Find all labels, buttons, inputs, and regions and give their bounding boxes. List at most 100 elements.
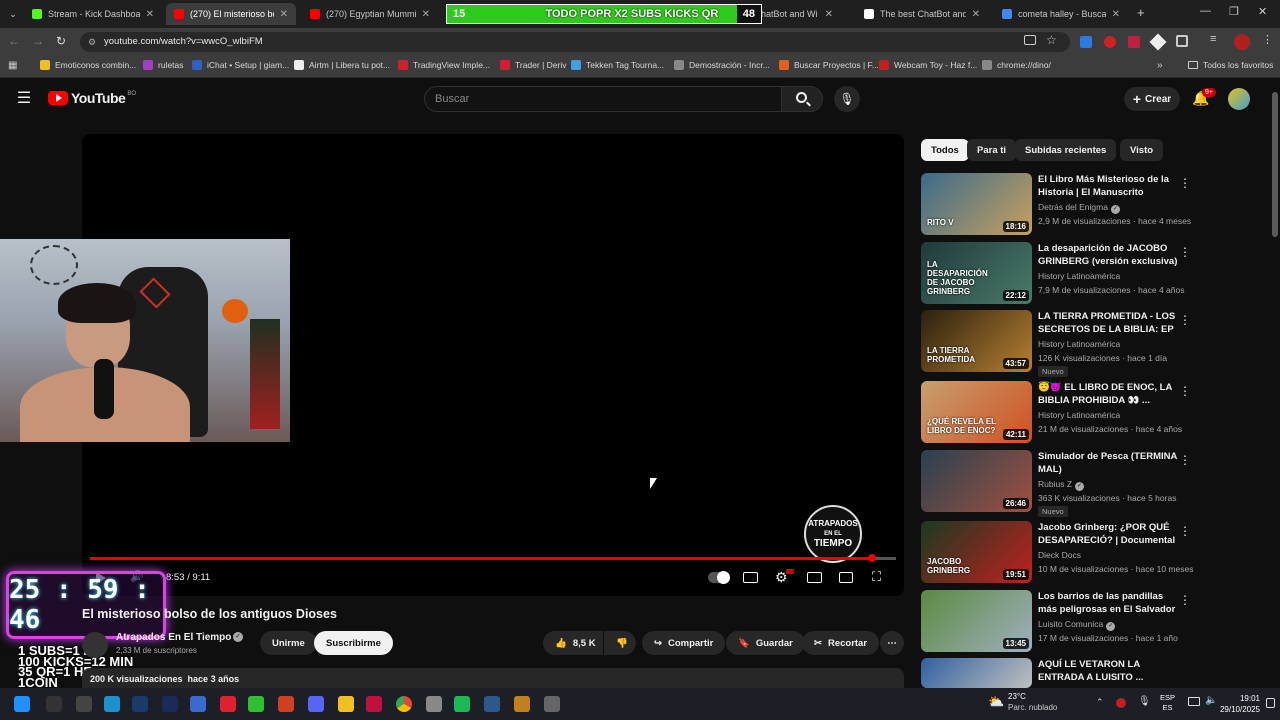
network-icon[interactable] [1188,697,1200,706]
taskbar-app-icon[interactable] [544,696,560,712]
minimize-icon[interactable]: — [1200,5,1211,17]
cast-icon[interactable] [839,572,853,583]
taskbar-app-icon[interactable] [190,696,206,712]
taskbar-app-icon[interactable] [396,696,412,712]
taskbar-app-icon[interactable] [454,696,470,712]
video-channel[interactable]: Rubius Z ✓ [1038,479,1085,491]
filter-chip[interactable]: Visto [1120,139,1164,161]
more-options-icon[interactable]: ⋮ [1179,453,1191,467]
weather-icon[interactable]: ⛅ [988,694,1004,710]
bookmark-item[interactable]: ruletas [143,60,184,70]
tab-close-icon[interactable]: ✕ [140,9,154,20]
description-box[interactable]: 200 K visualizaciones hace 3 años [82,668,904,688]
apps-grid-icon[interactable]: ▦ [8,60,17,71]
extension-icon-4[interactable] [1149,33,1167,51]
video-title[interactable]: Los barrios de las pandillas más peligro… [1038,590,1178,617]
video-thumbnail[interactable]: 26:46 [921,450,1032,512]
video-title[interactable]: LA TIERRA PROMETIDA - LOS SECRETOS DE LA… [1038,310,1178,337]
bookmark-item[interactable]: chrome://dino/ [982,60,1051,70]
video-title[interactable]: La desaparición de JACOBO GRINBERG (vers… [1038,242,1178,269]
taskbar-app-icon[interactable] [514,696,530,712]
video-title[interactable]: 😇😈 EL LIBRO DE ENOC, LA BIBLIA PROHIBIDA… [1038,381,1178,407]
taskbar-app-icon[interactable] [46,696,62,712]
channel-avatar[interactable] [82,632,108,658]
tab-close-icon[interactable]: ✕ [274,9,288,20]
voice-search-icon[interactable]: 🎙 [834,86,860,112]
browser-tab[interactable]: (270) El misterioso bolso d✕ [166,3,296,25]
bookmark-item[interactable]: Airtm | Libera tu pot... [294,60,390,70]
save-button[interactable]: 🔖 Guardar [726,631,805,655]
microphone-tray-icon[interactable]: 🎙 [1138,696,1151,707]
bookmark-item[interactable]: Buscar Proyectos | F... [779,60,879,70]
bookmark-item[interactable]: Emoticonos combin... [40,60,136,70]
like-button[interactable]: 👍 8,5 K [543,631,603,655]
autoplay-toggle[interactable] [708,571,730,584]
taskbar-app-icon[interactable] [366,696,382,712]
scrubber-handle[interactable] [868,554,876,562]
browser-tab[interactable]: cometa halley - Buscar c✕ [994,3,1128,25]
video-thumbnail[interactable] [921,658,1032,688]
extension-icon-3[interactable] [1128,36,1140,48]
browser-tab[interactable]: The best ChatBot and Wi✕ [856,3,988,25]
notifications-icon[interactable] [1266,698,1275,708]
more-options-icon[interactable]: ⋮ [1179,593,1191,607]
taskbar-app-icon[interactable] [484,696,500,712]
taskbar-app-icon[interactable] [308,696,324,712]
filter-chip[interactable]: Subidas recientes [1015,139,1117,161]
recommended-video[interactable]: 26:46 Simulador de Pesca (TERMINA MAL) Rub… [921,450,1191,517]
browser-tab[interactable]: Stream - Kick Dashboard ✕ [24,3,162,25]
video-thumbnail[interactable]: 13:45 [921,590,1032,652]
search-input[interactable]: Buscar [424,86,782,112]
more-options-icon[interactable]: ⋮ [1179,313,1191,327]
extension-icon-2[interactable] [1104,36,1116,48]
tray-chevron-icon[interactable]: ⌃ [1096,697,1104,708]
video-channel[interactable]: Dieck Docs [1038,550,1081,560]
video-thumbnail[interactable]: RITO V 18:16 [921,173,1032,235]
more-options-icon[interactable]: ⋮ [1179,176,1191,190]
join-button[interactable]: Unirme [260,631,317,655]
bookmark-item[interactable]: Tekken Tag Tourna... [571,60,664,70]
more-options-icon[interactable]: ⋮ [1179,245,1191,259]
subscribe-button[interactable]: Suscribirme [314,631,393,655]
tab-close-icon[interactable]: ✕ [1106,9,1120,20]
recommended-video[interactable]: LA TIERRA PROMETIDA 43:57 LA TIERRA PROMET… [921,310,1191,377]
browser-tab[interactable]: (270) Egyptian Mummies✕ [302,3,438,25]
bookmark-star-icon[interactable]: ☆ [1046,33,1057,47]
site-info-icon[interactable]: ⚙ [88,32,96,52]
fullscreen-icon[interactable]: ⛶ [872,569,881,585]
video-title[interactable]: El Libro Más Misterioso de la Historia |… [1038,173,1178,200]
browser-menu-icon[interactable]: ⋮ [1262,33,1273,46]
bookmarks-overflow-icon[interactable]: » [1157,60,1163,71]
tab-close-icon[interactable]: ✕ [966,9,980,20]
dislike-button[interactable]: 👎 [604,631,636,655]
progress-bar[interactable] [90,557,896,560]
channel-watermark[interactable]: ATRAPADOS EN EL TIEMPO [804,505,862,563]
recommended-video[interactable]: JACOBO GRINBERG 19:51 Jacobo Grinberg: ¿PO… [921,521,1193,585]
create-button[interactable]: + Crear [1124,87,1180,111]
more-options-icon[interactable]: ⋮ [1179,384,1191,398]
taskbar-app-icon[interactable] [426,696,442,712]
forward-icon[interactable]: → [32,34,44,48]
video-title[interactable]: AQUÍ LE VETARON LA ENTRADA A LUISITO ... [1038,658,1178,684]
tab-close-icon[interactable]: ✕ [819,9,833,20]
recommended-video[interactable]: AQUÍ LE VETARON LA ENTRADA A LUISITO ... [921,658,1189,688]
taskbar-app-icon[interactable] [132,696,148,712]
video-title[interactable]: Jacobo Grinberg: ¿POR QUÉ DESAPARECIÓ? |… [1038,521,1178,547]
video-title[interactable]: Simulador de Pesca (TERMINA MAL) [1038,450,1178,476]
input-language[interactable]: ESP ES [1160,693,1175,713]
miniplayer-icon[interactable] [807,572,822,583]
extensions-puzzle-icon[interactable] [1176,35,1188,47]
taskbar-app-icon[interactable] [278,696,294,712]
clip-button[interactable]: ✂ Recortar [802,631,880,655]
recommended-video[interactable]: RITO V 18:16 El Libro Más Misterioso de la… [921,173,1191,237]
account-avatar[interactable] [1228,88,1250,110]
filter-chip[interactable]: Para ti [967,139,1017,161]
video-channel[interactable]: History Latinoamérica [1038,339,1120,349]
recommended-video[interactable]: ¿QUÉ REVELA EL LIBRO DE ENOC? 42:11 😇😈 EL … [921,381,1191,445]
taskbar-app-icon[interactable] [338,696,354,712]
bookmark-item[interactable]: TradingView Imple... [398,60,490,70]
subtitles-icon[interactable] [743,572,758,583]
clock[interactable]: 19:01 29/10/2025 [1216,693,1260,715]
install-app-icon[interactable] [1024,35,1036,45]
taskbar-app-icon[interactable] [248,696,264,712]
